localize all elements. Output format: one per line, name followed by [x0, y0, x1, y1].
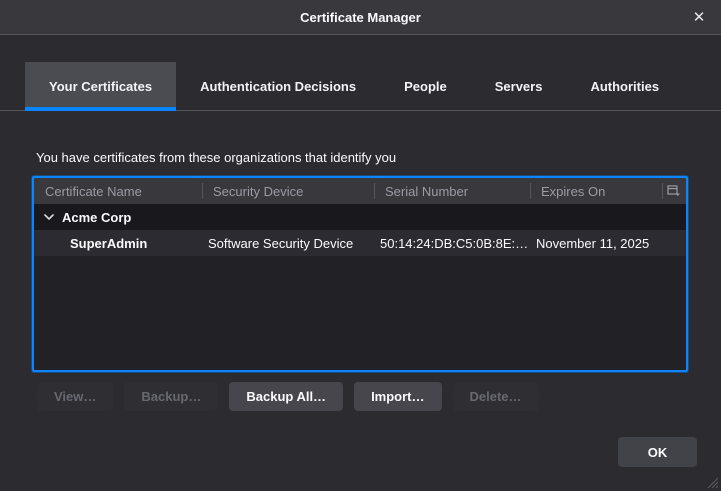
expires-on-cell: November 11, 2025	[530, 236, 662, 251]
tab-your-certificates[interactable]: Your Certificates	[25, 62, 176, 110]
ok-button[interactable]: OK	[618, 437, 697, 467]
column-header-certificate-name[interactable]: Certificate Name	[34, 178, 202, 204]
backup-all-button[interactable]: Backup All…	[229, 382, 343, 411]
backup-button[interactable]: Backup…	[124, 382, 218, 411]
chevron-down-icon[interactable]	[44, 214, 54, 220]
table-row[interactable]: SuperAdmin Software Security Device 50:1…	[34, 230, 686, 256]
close-icon[interactable]: ✕	[688, 6, 710, 28]
tab-label: Servers	[495, 79, 543, 94]
import-button[interactable]: Import…	[354, 382, 441, 411]
column-picker-icon	[667, 185, 681, 197]
intro-text: You have certificates from these organiz…	[36, 150, 396, 165]
column-header-serial-number[interactable]: Serial Number	[374, 178, 530, 204]
serial-number-cell: 50:14:24:DB:C5:0B:8E:…	[374, 236, 530, 251]
tab-strip: Your Certificates Authentication Decisio…	[0, 62, 721, 111]
view-button[interactable]: View…	[37, 382, 113, 411]
column-header-security-device[interactable]: Security Device	[202, 178, 374, 204]
tab-authentication-decisions[interactable]: Authentication Decisions	[176, 62, 380, 110]
table-row[interactable]: Acme Corp	[34, 204, 686, 230]
table-empty-area	[34, 256, 686, 370]
delete-button[interactable]: Delete…	[453, 382, 539, 411]
certificate-name-cell: SuperAdmin	[34, 236, 202, 251]
column-picker-button[interactable]	[662, 178, 686, 204]
tab-servers[interactable]: Servers	[471, 62, 567, 110]
certificate-manager-dialog: Certificate Manager ✕ Your Certificates …	[0, 0, 721, 491]
tab-label: People	[404, 79, 447, 94]
resize-grip-icon[interactable]	[702, 472, 719, 489]
table-header-row: Certificate Name Security Device Serial …	[34, 178, 686, 204]
group-name: Acme Corp	[62, 210, 131, 225]
tab-label: Authorities	[590, 79, 659, 94]
tab-label: Authentication Decisions	[200, 79, 356, 94]
dialog-title: Certificate Manager	[300, 10, 421, 25]
tab-authorities[interactable]: Authorities	[566, 62, 683, 110]
action-button-row: View… Backup… Backup All… Import… Delete…	[37, 382, 539, 411]
certificate-table: Certificate Name Security Device Serial …	[32, 176, 688, 372]
tab-people[interactable]: People	[380, 62, 471, 110]
column-header-expires-on[interactable]: Expires On	[530, 178, 662, 204]
titlebar: Certificate Manager ✕	[0, 0, 721, 35]
tab-label: Your Certificates	[49, 79, 152, 94]
security-device-cell: Software Security Device	[202, 236, 374, 251]
